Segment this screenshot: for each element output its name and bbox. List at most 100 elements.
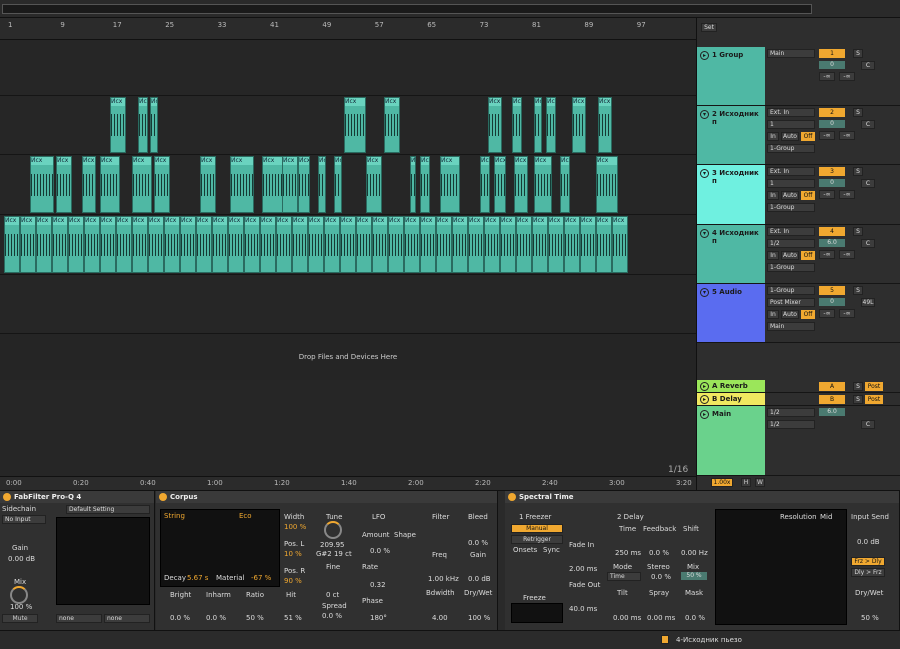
volume[interactable]: 0 xyxy=(819,120,845,128)
audio-clip[interactable]: Исх xyxy=(100,216,116,273)
audio-clip[interactable]: Исх xyxy=(436,216,452,273)
overview-strip[interactable] xyxy=(2,4,812,14)
audio-clip[interactable]: Исх xyxy=(298,156,310,213)
monitor-auto[interactable]: Auto xyxy=(781,310,799,319)
audio-clip[interactable]: Исх xyxy=(20,216,36,273)
audio-clip[interactable]: Исх xyxy=(410,156,416,213)
audio-clip[interactable]: Исх xyxy=(534,97,542,153)
input-channel[interactable]: 1/2 xyxy=(767,239,815,248)
track-activator[interactable]: 2 xyxy=(819,108,845,117)
lane-track-3[interactable]: ИсхИсхИсхИсхИсхИсхИсхИсхИсхИсхИсхИсхИсхИ… xyxy=(0,155,696,215)
audio-clip[interactable]: Исх xyxy=(440,156,460,213)
monitor-in[interactable]: In xyxy=(767,310,779,319)
manual-button[interactable]: Manual xyxy=(511,524,563,533)
input-type[interactable]: Ext. In xyxy=(767,108,815,117)
output-routing[interactable]: 1-Group xyxy=(767,203,815,212)
audio-clip[interactable]: Исх xyxy=(596,156,618,213)
audio-clip[interactable]: Исх xyxy=(324,216,340,273)
tune-knob[interactable] xyxy=(324,521,342,539)
solo-button[interactable]: S xyxy=(853,395,863,404)
audio-clip[interactable]: Исх xyxy=(480,156,490,213)
audio-clip[interactable]: Исх xyxy=(580,216,596,273)
audio-clip[interactable]: Исх xyxy=(68,216,84,273)
audio-clip[interactable]: Исх xyxy=(404,216,420,273)
zoom-level[interactable]: 1.00x xyxy=(711,478,733,487)
output-routing[interactable]: 1-Group xyxy=(767,263,815,272)
track-name[interactable]: ▾ 2 Исходник п xyxy=(697,106,765,164)
audio-clip[interactable]: Исх xyxy=(488,97,502,153)
audio-clip[interactable]: Исх xyxy=(276,216,292,273)
audio-clip[interactable]: Исх xyxy=(36,216,52,273)
track-3[interactable]: ▾ 3 Исходник п Ext. In 1 In Auto Off 1-Group 3 S 0… xyxy=(697,165,900,225)
monitor-auto[interactable]: Auto xyxy=(781,191,799,200)
bar-ruler[interactable]: 1 9 17 25 33 41 49 57 65 73 81 89 97 xyxy=(0,18,696,40)
pan[interactable]: C xyxy=(861,61,875,70)
track-2[interactable]: ▾ 2 Исходник п Ext. In 1 In Auto Off 1-Group 2 S 0… xyxy=(697,106,900,165)
return-reverb[interactable]: ▸ A Reverb A S Post xyxy=(697,380,900,393)
audio-clip[interactable]: Исх xyxy=(4,216,20,273)
audio-clip[interactable]: Исх xyxy=(596,216,612,273)
audio-clip[interactable]: Исх xyxy=(52,216,68,273)
pan[interactable]: C xyxy=(861,179,875,188)
audio-clip[interactable]: Исх xyxy=(484,216,500,273)
main-input[interactable]: 1/2 xyxy=(767,408,815,417)
audio-clip[interactable]: Исх xyxy=(494,156,506,213)
arrangement-overview[interactable] xyxy=(0,0,900,18)
power-icon[interactable] xyxy=(508,493,516,501)
audio-clip[interactable]: Исх xyxy=(500,216,516,273)
monitor-auto[interactable]: Auto xyxy=(781,132,799,141)
audio-clip[interactable]: Исх xyxy=(546,97,556,153)
time-ruler[interactable]: 1/16 0:00 0:20 0:40 1:00 1:20 1:40 2:00 2:20 2:4… xyxy=(0,465,696,490)
frz-dly-button[interactable]: Frz > Dly xyxy=(851,557,885,566)
audio-clip[interactable]: Исх xyxy=(534,156,552,213)
audio-clip[interactable]: Исх xyxy=(468,216,484,273)
monitor-off[interactable]: Off xyxy=(801,191,815,200)
track-activator[interactable]: 3 xyxy=(819,167,845,176)
preset-selector[interactable]: Default Setting xyxy=(66,505,150,514)
mix-knob[interactable] xyxy=(10,586,28,604)
audio-clip[interactable]: Исх xyxy=(150,97,158,153)
audio-clip[interactable]: Исх xyxy=(164,216,180,273)
power-icon[interactable] xyxy=(3,493,11,501)
post-button[interactable]: Post xyxy=(865,395,883,404)
audio-clip[interactable]: Исх xyxy=(548,216,564,273)
audio-clip[interactable]: Исх xyxy=(262,156,284,213)
audio-clip[interactable]: Исх xyxy=(564,216,580,273)
audio-clip[interactable]: Исх xyxy=(572,97,586,153)
audio-clip[interactable]: Исх xyxy=(282,156,298,213)
mute-button[interactable]: Mute xyxy=(2,614,38,623)
output-routing[interactable]: Main xyxy=(767,49,815,58)
mix-slider[interactable]: 50 % xyxy=(681,572,707,580)
h-button[interactable]: H xyxy=(741,478,751,487)
audio-clip[interactable]: Исх xyxy=(560,156,570,213)
proq-device[interactable]: FabFilter Pro-Q 4 Sidechain No Input Def… xyxy=(0,491,155,631)
audio-clip[interactable]: Исх xyxy=(200,156,216,213)
track-name[interactable]: ▾ 3 Исходник п xyxy=(697,165,765,224)
audio-clip[interactable]: Исх xyxy=(30,156,54,213)
audio-clip[interactable]: Исх xyxy=(344,97,366,153)
pan[interactable]: C xyxy=(861,120,875,129)
output-routing[interactable]: 1-Group xyxy=(767,144,815,153)
audio-clip[interactable]: Исх xyxy=(180,216,196,273)
w-button[interactable]: W xyxy=(755,478,765,487)
audio-clip[interactable]: Исх xyxy=(82,156,96,213)
audio-clip[interactable]: Исх xyxy=(384,97,400,153)
arrangement-view[interactable]: ИсхИсхИсхИсхИсхИсхИсхИсхИсхИсхИсх ИсхИсх… xyxy=(0,40,696,476)
monitor-in[interactable]: In xyxy=(767,191,779,200)
set-button[interactable]: Set xyxy=(701,23,717,32)
track-group[interactable]: ▸ 1 Group Main 1 S 0 C -∞ -∞ xyxy=(697,47,900,106)
track-4[interactable]: ▾ 4 Исходник п Ext. In 1/2 In Auto Off 1-Group 4… xyxy=(697,225,900,284)
retrigger-button[interactable]: Retrigger xyxy=(511,535,563,544)
spectral-time-device[interactable]: Spectral Time 1 Freezer Manual Retrigger… xyxy=(505,491,900,631)
track-activator[interactable]: 5 xyxy=(819,286,845,295)
input-channel[interactable]: Post Mixer xyxy=(767,298,815,307)
solo-button[interactable]: S xyxy=(853,382,863,391)
volume[interactable]: 0 xyxy=(819,298,845,306)
audio-clip[interactable]: Исх xyxy=(84,216,100,273)
lane-track-4[interactable]: Исх Исх Исх Исх Исх Исх Исх Исх Исх Исх Исх Исх Исх И… xyxy=(0,215,696,275)
power-icon[interactable] xyxy=(159,493,167,501)
audio-clip[interactable]: Исх xyxy=(366,156,382,213)
return-activator[interactable]: A xyxy=(819,382,845,391)
audio-clip[interactable]: Исх xyxy=(292,216,308,273)
audio-clip[interactable]: Исх xyxy=(452,216,468,273)
